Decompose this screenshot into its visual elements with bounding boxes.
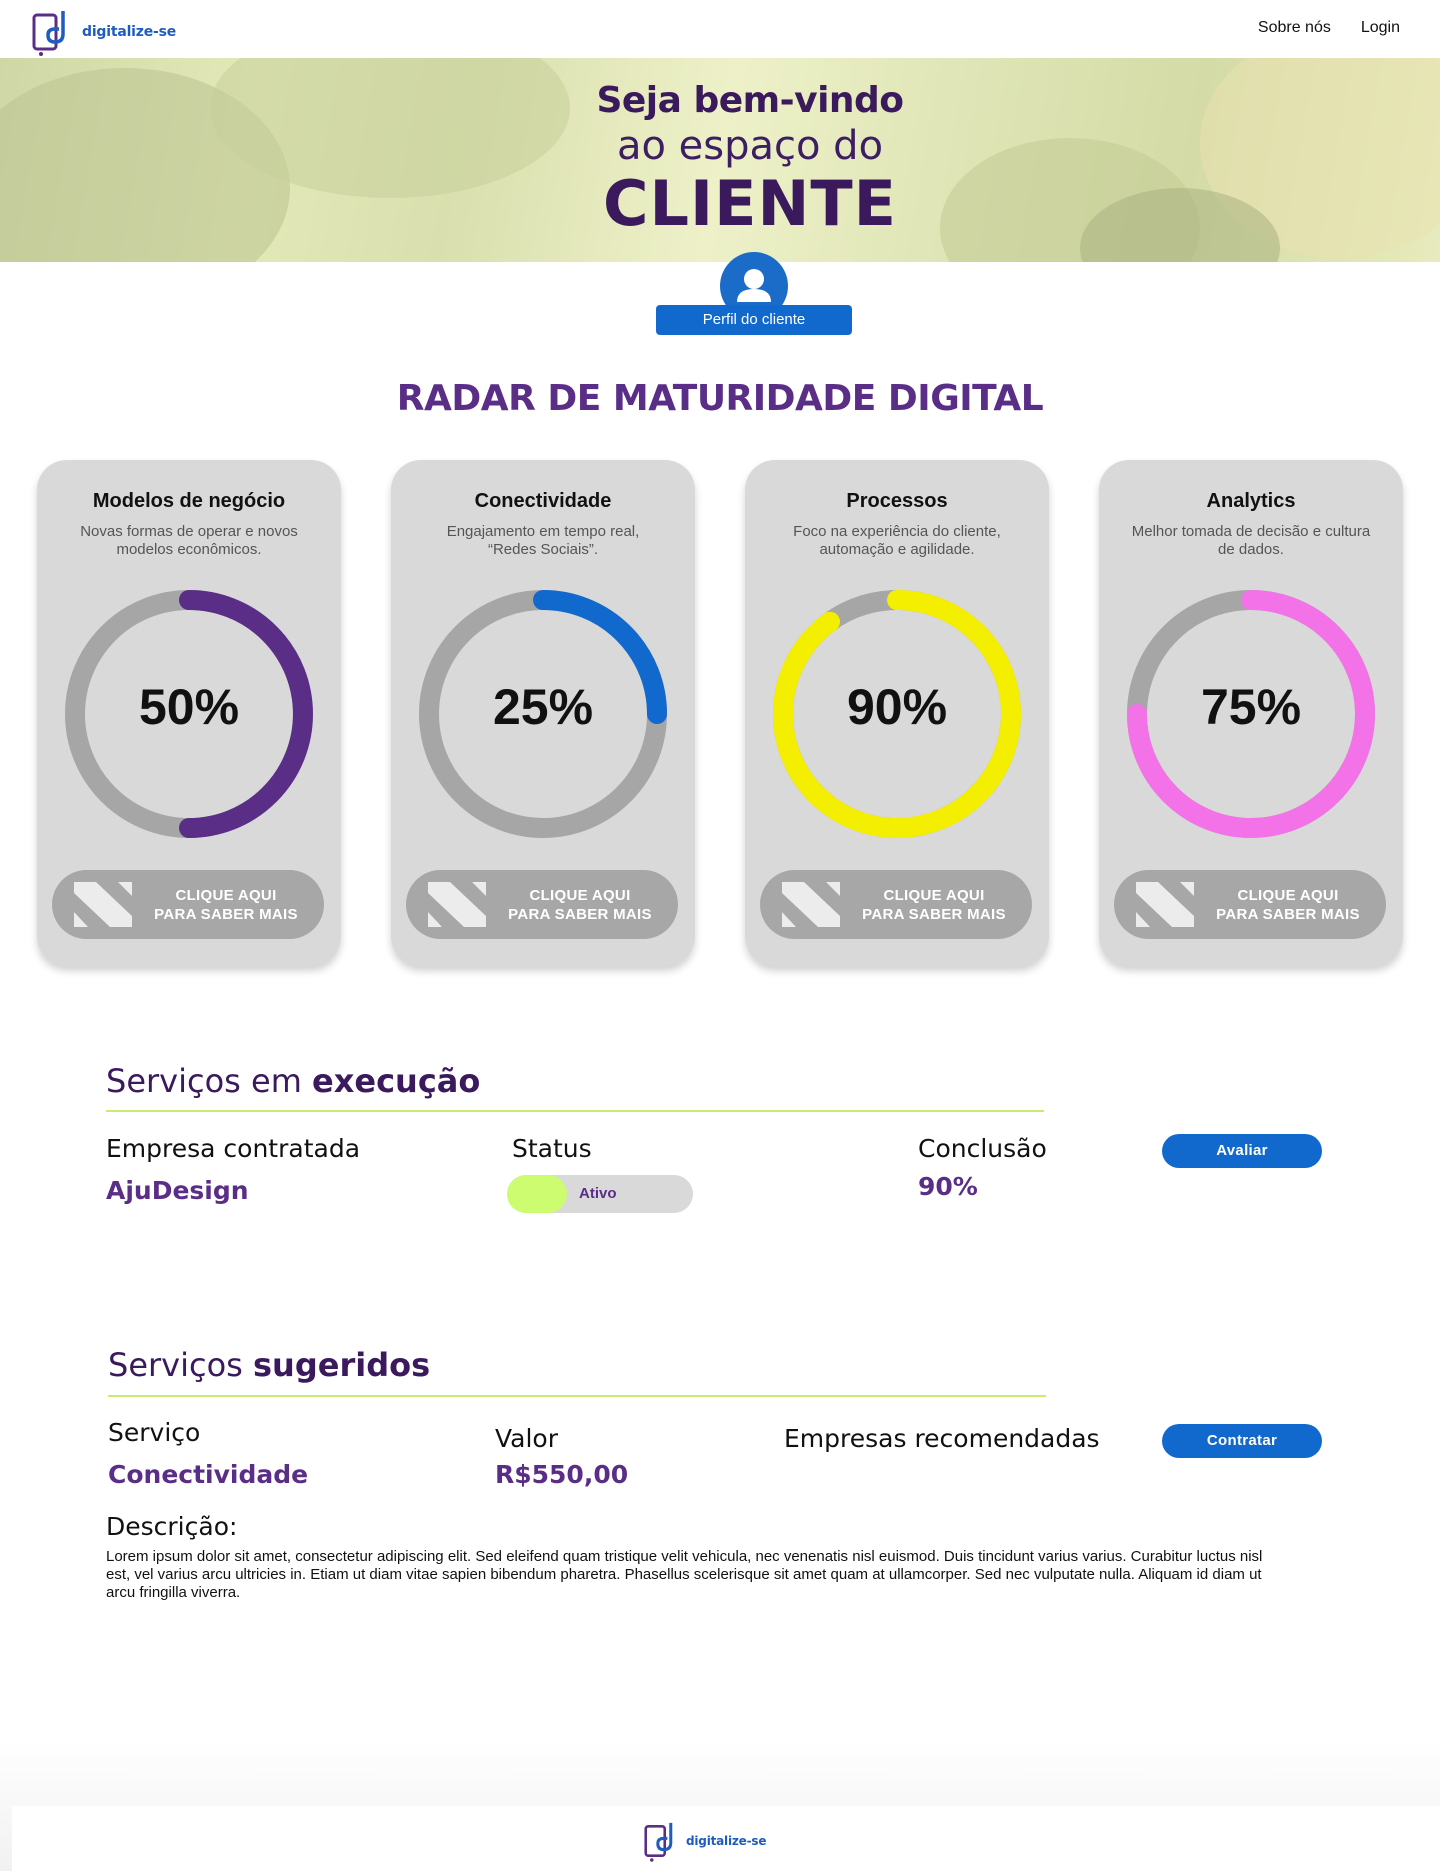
progress-value: 90% — [846, 679, 948, 735]
learn-more-label: CLIQUE AQUI PARA SABER MAIS — [508, 887, 652, 923]
suggested-services-title: Serviços sugeridos — [108, 1346, 431, 1384]
running-services-title: Serviços em execução — [106, 1062, 481, 1100]
nav-login-link[interactable]: Login — [1361, 19, 1400, 37]
learn-more-label: CLIQUE AQUI PARA SABER MAIS — [862, 887, 1006, 923]
section-divider — [108, 1395, 1046, 1397]
hero-line-2: ao espaço do — [616, 123, 884, 169]
hero-banner: Seja bem-vindo ao espaço do CLIENTE — [0, 58, 1440, 262]
card-title: Analytics — [1206, 490, 1296, 512]
top-nav: digitalize-se Sobre nós Login — [0, 0, 1440, 58]
card-description: Melhor tomada de decisão e cultura de da… — [1131, 523, 1371, 558]
status-toggle[interactable]: Ativo — [507, 1175, 693, 1213]
logo-mark-icon — [644, 1822, 673, 1862]
nav-about-link[interactable]: Sobre nós — [1258, 19, 1331, 37]
service-value: Conectividade — [108, 1460, 309, 1489]
company-label: Empresa contratada — [106, 1134, 361, 1163]
card-description: Engajamento em tempo real, “Redes Sociai… — [446, 523, 640, 558]
section-divider — [106, 1110, 1044, 1112]
card-description: Foco na experiência do cliente, automaçã… — [793, 523, 1001, 558]
profile-button[interactable]: Perfil do cliente — [656, 305, 852, 335]
status-label: Status — [512, 1134, 592, 1163]
card-title: Conectividade — [474, 490, 612, 512]
progress-value: 25% — [492, 679, 594, 735]
hero-line-3: CLIENTE — [603, 167, 897, 240]
radar-card: Processos Foco na experiência do cliente… — [745, 460, 1049, 966]
radar-card: Conectividade Engajamento em tempo real,… — [391, 460, 695, 966]
card-title: Modelos de negócio — [92, 490, 286, 512]
learn-more-label: CLIQUE AQUI PARA SABER MAIS — [154, 887, 298, 923]
status-value: Ativo — [579, 1185, 617, 1202]
hero-line-1: Seja bem-vindo — [596, 80, 904, 121]
brand-logo[interactable]: digitalize-se — [32, 8, 176, 56]
brand-name: digitalize-se — [82, 24, 177, 40]
footer: digitalize-se — [12, 1806, 1440, 1871]
card-description: Novas formas de operar e novos modelos e… — [80, 523, 298, 558]
image-placeholder-icon — [782, 882, 840, 927]
learn-more-button[interactable]: CLIQUE AQUI PARA SABER MAIS — [760, 870, 1032, 939]
image-placeholder-icon — [428, 882, 486, 927]
learn-more-button[interactable]: CLIQUE AQUI PARA SABER MAIS — [52, 870, 324, 939]
company-value: AjuDesign — [106, 1176, 249, 1205]
radar-card: Modelos de negócio Novas formas de opera… — [37, 460, 341, 966]
price-label: Valor — [495, 1424, 559, 1453]
card-title: Processos — [846, 490, 948, 512]
price-value: R$550,00 — [495, 1460, 629, 1489]
recommended-companies-label: Empresas recomendadas — [784, 1424, 1100, 1453]
image-placeholder-icon — [74, 882, 132, 927]
service-label: Serviço — [108, 1418, 201, 1447]
image-placeholder-icon — [1136, 882, 1194, 927]
footer-logo[interactable]: digitalize-se — [644, 1820, 766, 1862]
radar-card: Analytics Melhor tomada de decisão e cul… — [1099, 460, 1403, 966]
description-text: Lorem ipsum dolor sit amet, consectetur … — [106, 1548, 1263, 1601]
footer-brand-name: digitalize-se — [686, 1834, 767, 1848]
logo-mark-icon — [32, 11, 65, 56]
evaluate-button[interactable]: Avaliar — [1162, 1134, 1322, 1168]
conclusion-value: 90% — [918, 1172, 978, 1201]
progress-value: 50% — [138, 679, 240, 735]
learn-more-button[interactable]: CLIQUE AQUI PARA SABER MAIS — [1114, 870, 1386, 939]
learn-more-button[interactable]: CLIQUE AQUI PARA SABER MAIS — [406, 870, 678, 939]
description-label: Descrição: — [106, 1512, 238, 1541]
learn-more-label: CLIQUE AQUI PARA SABER MAIS — [1216, 887, 1360, 923]
nav-links: Sobre nós Login — [1258, 19, 1400, 37]
conclusion-label: Conclusão — [918, 1134, 1047, 1163]
progress-value: 75% — [1200, 679, 1302, 735]
status-knob — [507, 1175, 567, 1213]
radar-title: RADAR DE MATURIDADE DIGITAL — [396, 378, 1044, 419]
hero-heading: Seja bem-vindo ao espaço do CLIENTE — [0, 80, 1440, 240]
hire-button[interactable]: Contratar — [1162, 1424, 1322, 1458]
